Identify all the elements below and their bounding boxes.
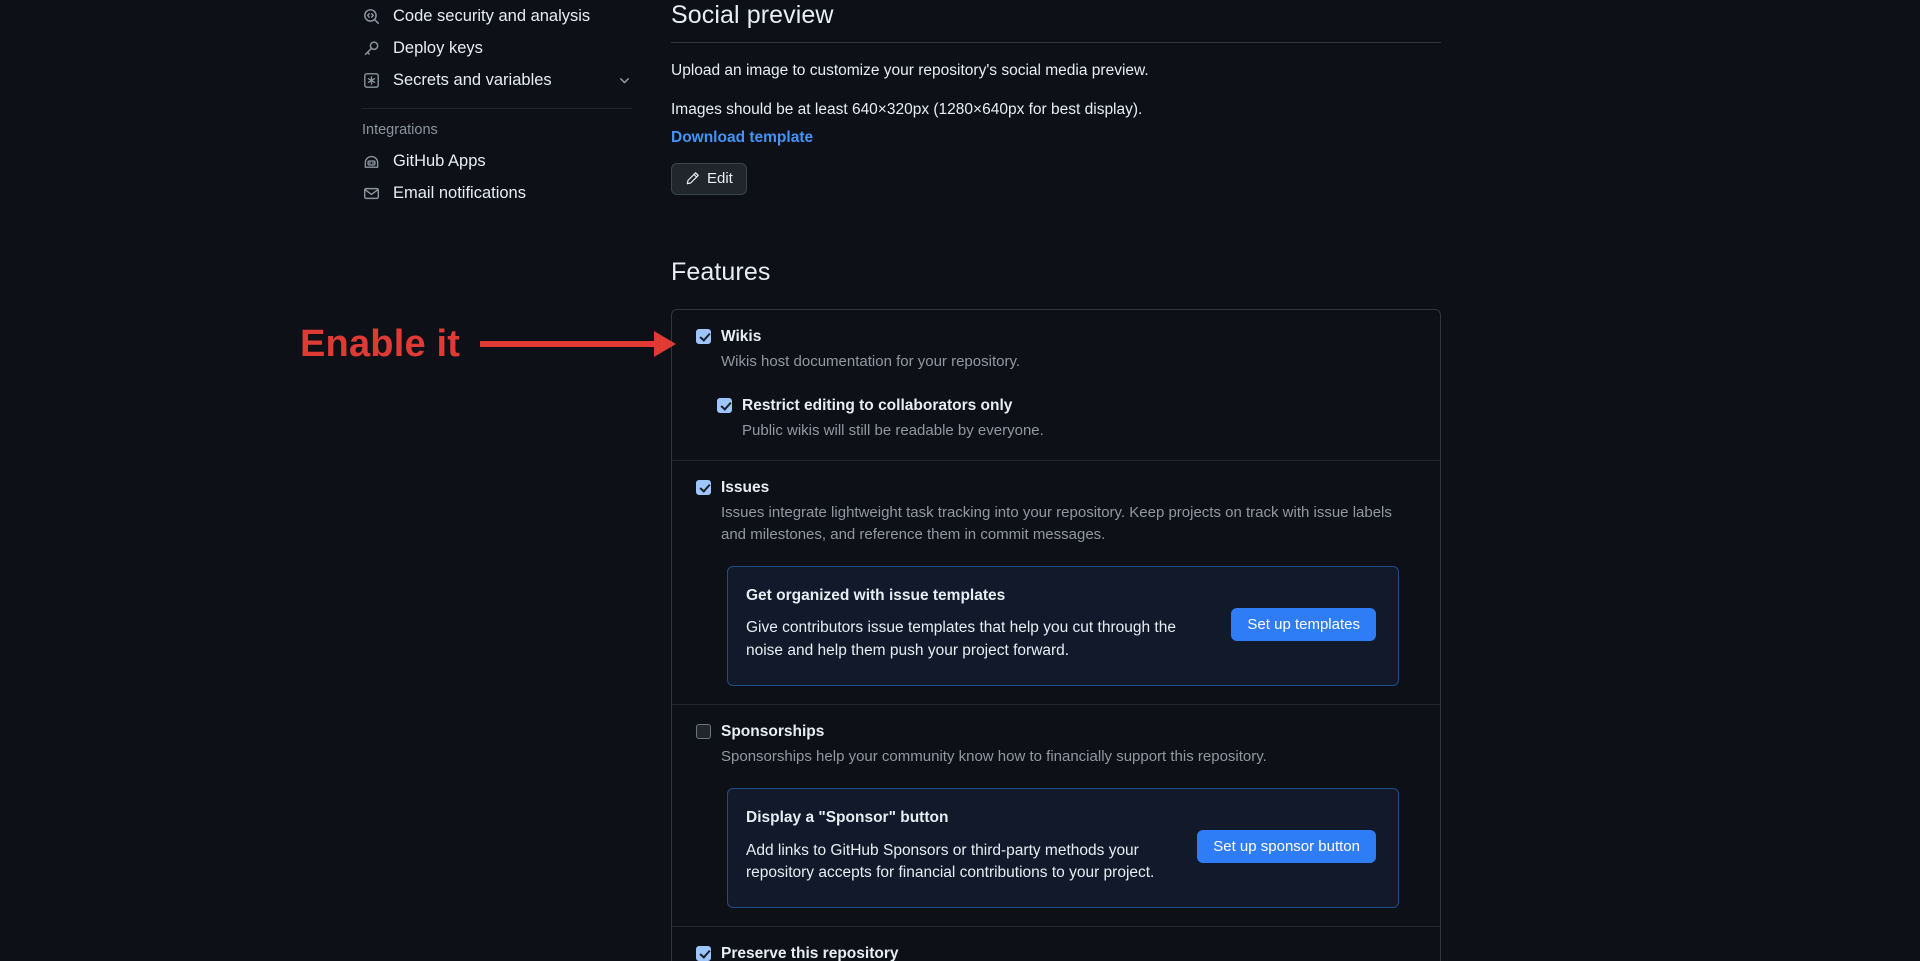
download-template-link[interactable]: Download template [671, 129, 813, 147]
social-preview-title: Social preview [671, 1, 834, 29]
issue-templates-callout-title: Get organized with issue templates [746, 586, 1006, 604]
sidebar-item-label: GitHub Apps [393, 152, 486, 171]
feature-row-wikis: Wikis Wikis host documentation for your … [672, 310, 1440, 461]
features-title: Features [671, 257, 771, 286]
wikis-checkbox[interactable] [696, 328, 711, 344]
sponsor-button-callout-title: Display a "Sponsor" button [746, 808, 949, 826]
social-preview-section: Social preview Upload an image to custom… [671, 0, 1441, 195]
preserve-repository-checkbox[interactable] [696, 946, 711, 961]
pencil-icon [685, 171, 700, 186]
issues-description: Issues integrate lightweight task tracki… [721, 504, 1392, 543]
feature-row-sponsorships: Sponsorships Sponsorships help your comm… [672, 705, 1440, 928]
wikis-label[interactable]: Wikis [721, 327, 761, 346]
edit-button[interactable]: Edit [671, 162, 747, 195]
asterisk-square-icon [362, 71, 380, 89]
section-divider [671, 42, 1441, 43]
wikis-restrict-group: Restrict editing to collaborators only P… [717, 396, 1416, 442]
sidebar-item-github-apps[interactable]: GitHub Apps [352, 146, 642, 178]
chevron-down-icon[interactable] [617, 73, 632, 88]
edit-button-label: Edit [707, 170, 733, 187]
restrict-editing-checkbox[interactable] [717, 397, 732, 413]
issue-templates-callout-text: Give contributors issue templates that h… [746, 619, 1176, 659]
annotation-arrow-icon [480, 331, 677, 357]
settings-page: Code security and analysis Deploy keys S… [0, 0, 1920, 961]
sponsor-button-callout-text: Add links to GitHub Sponsors or third-pa… [746, 841, 1155, 882]
sponsorships-description: Sponsorships help your community know ho… [721, 748, 1267, 766]
social-preview-size-hint: Images should be at least 640×320px (128… [671, 101, 1143, 119]
sponsorships-label[interactable]: Sponsorships [721, 722, 824, 741]
sidebar-item-code-security-and-analysis[interactable]: Code security and analysis [352, 0, 642, 32]
feature-row-issues: Issues Issues integrate lightweight task… [672, 461, 1440, 705]
code-scan-icon [362, 7, 380, 25]
set-up-sponsor-button[interactable]: Set up sponsor button [1197, 830, 1376, 864]
preserve-repository-label[interactable]: Preserve this repository [721, 944, 898, 961]
key-icon [362, 39, 380, 57]
sidebar-section-title-integrations: Integrations [362, 122, 438, 138]
sidebar-item-label: Secrets and variables [393, 70, 552, 89]
sidebar-item-label: Deploy keys [393, 38, 483, 57]
sidebar-item-email-notifications[interactable]: Email notifications [352, 178, 642, 210]
mail-icon [362, 185, 380, 203]
settings-main-content: Social preview Upload an image to custom… [671, 0, 1441, 961]
bot-icon [362, 153, 380, 171]
wikis-description: Wikis host documentation for your reposi… [721, 352, 1021, 370]
sidebar-divider [362, 108, 632, 109]
sidebar-item-label: Email notifications [393, 184, 526, 203]
annotation-enable-it: Enable it [300, 323, 677, 365]
settings-sidebar: Code security and analysis Deploy keys S… [352, 0, 642, 210]
restrict-editing-description: Public wikis will still be readable by e… [742, 422, 1044, 439]
sidebar-item-deploy-keys[interactable]: Deploy keys [352, 32, 642, 64]
sidebar-item-label: Code security and analysis [393, 6, 591, 25]
sponsor-button-callout: Display a "Sponsor" button Add links to … [727, 787, 1399, 909]
features-panel: Wikis Wikis host documentation for your … [671, 308, 1441, 961]
issues-label[interactable]: Issues [721, 478, 769, 497]
annotation-label: Enable it [300, 323, 461, 365]
set-up-templates-button[interactable]: Set up templates [1231, 608, 1376, 642]
feature-row-preserve-repository: Preserve this repository Include this co… [672, 927, 1440, 961]
sidebar-item-secrets-and-variables[interactable]: Secrets and variables [352, 64, 642, 96]
restrict-editing-label[interactable]: Restrict editing to collaborators only [742, 396, 1012, 415]
features-section: Features Wikis Wikis host documentation … [671, 257, 1441, 961]
issue-templates-callout: Get organized with issue templates Give … [727, 565, 1399, 686]
sponsorships-checkbox[interactable] [696, 723, 711, 739]
social-preview-description: Upload an image to customize your reposi… [671, 62, 1149, 79]
issues-checkbox[interactable] [696, 479, 711, 495]
